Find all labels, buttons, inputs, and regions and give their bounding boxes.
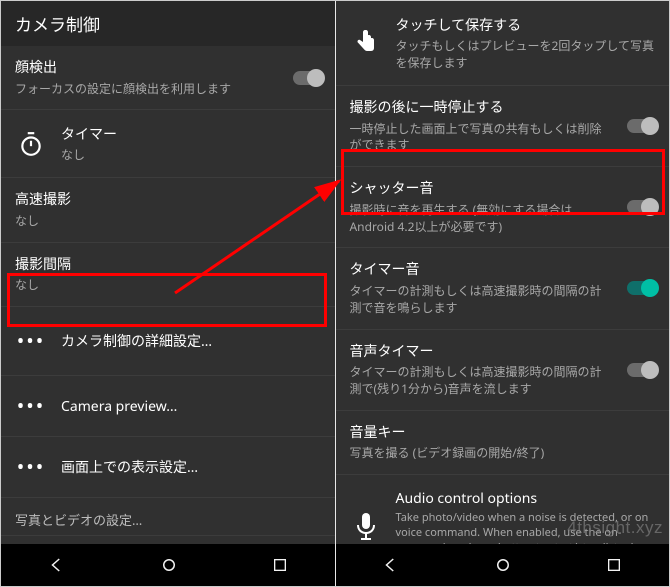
row-sub: なし: [61, 146, 321, 163]
row-title: 音量キー: [350, 423, 656, 443]
row-sub: 一時停止した画面上で写真の共有もしくは削除ができます: [350, 121, 656, 155]
row-camera-preview[interactable]: ••• Camera preview…: [1, 376, 335, 437]
left-settings-panel: カメラ制御 顔検出 フォーカスの設定に顔検出を利用します タイマー なし 高速撮…: [1, 1, 336, 586]
row-shutter-sound[interactable]: シャッター音 撮影時に音を再生する (無効にする場合はAndroid 4.2以上…: [336, 167, 670, 248]
header-title: カメラ制御: [1, 1, 335, 46]
row-title: Audio control options: [396, 489, 656, 508]
stopwatch-icon: [15, 128, 47, 160]
nav-bar: [336, 544, 670, 586]
section-photo-video: 写真とビデオの設定…: [1, 498, 335, 536]
row-advanced-settings[interactable]: ••• カメラ制御の詳細設定…: [1, 307, 335, 376]
mic-icon: [350, 511, 382, 543]
nav-home-icon[interactable]: [160, 556, 178, 574]
row-sub: なし: [15, 213, 321, 230]
row-title: 撮影の後に一時停止する: [350, 98, 656, 118]
row-title: シャッター音: [350, 179, 656, 199]
row-title: タイマー音: [350, 260, 656, 280]
nav-recent-icon[interactable]: [272, 557, 288, 573]
nav-bar: [1, 544, 335, 586]
toggle-face-detect[interactable]: [293, 71, 323, 85]
nav-home-icon[interactable]: [494, 556, 512, 574]
row-title: 画面上での表示設定…: [61, 457, 198, 477]
right-settings-panel: タッチして保存する タッチもしくはプレビューを2回タップして写真を保存します 撮…: [336, 1, 670, 586]
dots-icon: •••: [15, 451, 47, 483]
row-title: タッチして保存する: [396, 15, 656, 35]
row-title: 顔検出: [15, 58, 321, 78]
row-sub: 撮影時に音を再生する (無効にする場合はAndroid 4.2以上が必要です): [350, 202, 656, 236]
row-sub: なし: [15, 277, 321, 294]
dots-icon: •••: [15, 390, 47, 422]
nav-back-icon[interactable]: [48, 556, 66, 574]
row-face-detect[interactable]: 顔検出 フォーカスの設定に顔検出を利用します: [1, 46, 335, 110]
row-volume-key[interactable]: 音量キー 写真を撮る (ビデオ録画の開始/終了): [336, 411, 670, 475]
row-title: 高速撮影: [15, 190, 321, 210]
row-title: Camera preview…: [61, 397, 177, 416]
row-burst[interactable]: 高速撮影 なし: [1, 178, 335, 242]
row-title: 音声タイマー: [350, 342, 656, 362]
dots-icon: •••: [15, 325, 47, 357]
row-sub: フォーカスの設定に顔検出を利用します: [15, 81, 321, 98]
nav-back-icon[interactable]: [382, 556, 400, 574]
row-touch-save[interactable]: タッチして保存する タッチもしくはプレビューを2回タップして写真を保存します: [336, 1, 670, 86]
row-sub: タッチもしくはプレビューを2回タップして写真を保存します: [396, 37, 656, 71]
row-sub: 写真を撮る (ビデオ録画の開始/終了): [350, 445, 656, 462]
watermark: 4thsight.xyz: [567, 518, 663, 538]
row-interval[interactable]: 撮影間隔 なし: [1, 243, 335, 307]
row-pause-after[interactable]: 撮影の後に一時停止する 一時停止した画面上で写真の共有もしくは削除ができます: [336, 86, 670, 167]
touch-icon: [350, 27, 382, 59]
row-title: タイマー: [61, 124, 321, 144]
toggle-timer-sound[interactable]: [627, 281, 657, 295]
nav-recent-icon[interactable]: [606, 557, 622, 573]
toggle-shutter-sound[interactable]: [627, 200, 657, 214]
row-title: カメラ制御の詳細設定…: [61, 331, 212, 351]
row-title: 撮影間隔: [15, 255, 321, 275]
toggle-pause[interactable]: [627, 119, 657, 133]
row-voice-timer[interactable]: 音声タイマー タイマーの計測もしくは高速撮影時の間隔の計測で(残り1分から)音声…: [336, 330, 670, 411]
row-timer-sound[interactable]: タイマー音 タイマーの計測もしくは高速撮影時の間隔の計測で音を鳴らします: [336, 248, 670, 329]
toggle-voice-timer[interactable]: [627, 363, 657, 377]
row-display-settings[interactable]: ••• 画面上での表示設定…: [1, 437, 335, 498]
row-sub: タイマーの計測もしくは高速撮影時の間隔の計測で(残り1分から)音声を流します: [350, 364, 656, 398]
row-timer[interactable]: タイマー なし: [1, 110, 335, 178]
row-sub: タイマーの計測もしくは高速撮影時の間隔の計測で音を鳴らします: [350, 283, 656, 317]
